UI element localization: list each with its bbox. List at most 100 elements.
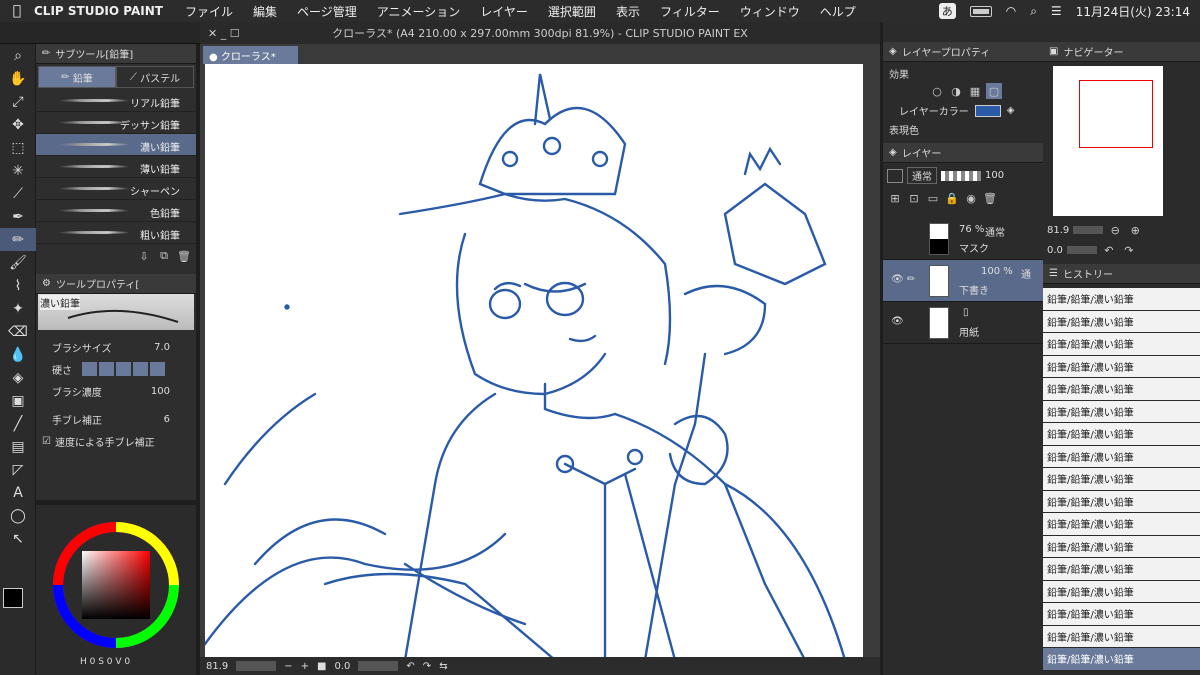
navigator-rotation-slider[interactable] bbox=[1066, 246, 1097, 254]
menu-view[interactable]: 表示 bbox=[616, 3, 640, 20]
menu-layer[interactable]: レイヤー bbox=[480, 3, 528, 20]
gradient-icon[interactable]: ▣ bbox=[0, 389, 36, 412]
blend-mode-select[interactable]: 通常 bbox=[907, 167, 937, 184]
eye-icon[interactable]: 👁 bbox=[891, 316, 904, 327]
history-item[interactable]: 鉛筆/鉛筆/濃い鉛筆 bbox=[1043, 378, 1200, 401]
download-icon[interactable]: ⇩ bbox=[136, 248, 152, 264]
history-item[interactable]: 鉛筆/鉛筆/濃い鉛筆 bbox=[1043, 310, 1200, 333]
main-color-swatch[interactable] bbox=[3, 588, 23, 608]
stabilizer-row[interactable]: 手ブレ補正 6 bbox=[36, 408, 196, 430]
hardness-step[interactable] bbox=[99, 362, 114, 376]
navigator-rotation[interactable]: 0.0 bbox=[1047, 245, 1063, 256]
hardness-step[interactable] bbox=[150, 362, 165, 376]
copy-icon[interactable]: ⧉ bbox=[156, 248, 172, 264]
effect-tone-icon[interactable]: ◑ bbox=[948, 83, 964, 99]
zoom-in-icon[interactable]: ⊕ bbox=[1127, 222, 1143, 238]
decoration-icon[interactable]: ✦ bbox=[0, 297, 36, 320]
flip-icon[interactable]: ⇆ bbox=[439, 661, 447, 672]
layer-mode-toggle[interactable] bbox=[887, 168, 903, 183]
lock-icon[interactable]: 🔒 bbox=[944, 190, 960, 206]
search-icon[interactable]: ⌕ bbox=[1030, 4, 1037, 19]
selection-tool-icon[interactable]: ⬚ bbox=[0, 136, 36, 159]
menu-edit[interactable]: 編集 bbox=[253, 3, 277, 20]
fill-bucket-icon[interactable]: ◈ bbox=[1007, 105, 1015, 116]
menu-selection[interactable]: 選択範囲 bbox=[548, 3, 596, 20]
brush-dessin-pencil[interactable]: デッサン鉛筆 bbox=[36, 112, 196, 134]
trash-icon[interactable]: 🗑 bbox=[176, 248, 192, 264]
speed-stabilizer-row[interactable]: ☑ 速度による手ブレ補正 bbox=[36, 430, 196, 452]
history-item[interactable]: 鉛筆/鉛筆/濃い鉛筆 bbox=[1043, 580, 1200, 603]
navigator-zoom-slider[interactable] bbox=[1073, 226, 1104, 234]
history-item[interactable]: 鉛筆/鉛筆/濃い鉛筆 bbox=[1043, 535, 1200, 558]
menu-filter[interactable]: フィルター bbox=[660, 3, 720, 20]
menu-help[interactable]: ヘルプ bbox=[820, 3, 856, 20]
control-center-icon[interactable]: ☰ bbox=[1051, 4, 1062, 18]
brush-light-pencil[interactable]: 薄い鉛筆 bbox=[36, 156, 196, 178]
rotate-left-icon[interactable]: ↶ bbox=[406, 661, 414, 672]
fill-icon[interactable]: ◈ bbox=[0, 366, 36, 389]
opacity-value[interactable]: 100 bbox=[985, 170, 1004, 181]
eyedropper-icon[interactable]: ⟋ bbox=[0, 182, 36, 205]
rotate-right-icon[interactable]: ↷ bbox=[1121, 242, 1137, 258]
airbrush-icon[interactable]: ⌇ bbox=[0, 274, 36, 297]
hardness-steps[interactable] bbox=[82, 362, 165, 376]
layer-item-mask[interactable]: 76 % 通常 マスク bbox=[883, 218, 1043, 260]
new-raster-layer-icon[interactable]: ⊞ bbox=[887, 190, 903, 206]
history-item[interactable]: 鉛筆/鉛筆/濃い鉛筆 bbox=[1043, 355, 1200, 378]
tab-pencil[interactable]: ✏ 鉛筆 bbox=[38, 66, 116, 88]
color-wheel[interactable] bbox=[36, 505, 196, 655]
pen-tool-icon[interactable]: ✒ bbox=[0, 205, 36, 228]
pencil-tool-icon[interactable]: ✏ bbox=[0, 228, 36, 251]
menu-page[interactable]: ページ管理 bbox=[297, 3, 357, 20]
brush-colored-pencil[interactable]: 色鉛筆 bbox=[36, 200, 196, 222]
rotate-right-icon[interactable]: ↷ bbox=[423, 661, 431, 672]
effect-dot-icon[interactable]: ▦ bbox=[967, 83, 983, 99]
history-item[interactable]: 鉛筆/鉛筆/濃い鉛筆 bbox=[1043, 333, 1200, 356]
menu-window[interactable]: ウィンドウ bbox=[740, 3, 800, 20]
ime-indicator[interactable]: あ bbox=[938, 3, 956, 19]
zoom-slider[interactable] bbox=[236, 661, 277, 671]
history-item[interactable]: 鉛筆/鉛筆/濃い鉛筆 bbox=[1043, 400, 1200, 423]
hardness-step[interactable] bbox=[116, 362, 131, 376]
layer-item-paper[interactable]: 👁 ▯ 用紙 bbox=[883, 302, 1043, 344]
auto-select-icon[interactable]: ✳ bbox=[0, 159, 36, 182]
history-item[interactable]: 鉛筆/鉛筆/濃い鉛筆 bbox=[1043, 423, 1200, 446]
new-folder-icon[interactable]: ▭ bbox=[925, 190, 941, 206]
rotate-left-icon[interactable]: ↶ bbox=[1101, 242, 1117, 258]
document-tab[interactable]: ● クローラス* bbox=[203, 46, 298, 64]
battery-icon[interactable] bbox=[969, 5, 992, 17]
layer-color-swatch[interactable] bbox=[974, 104, 1001, 117]
layer-item-sketch[interactable]: 👁 ✏ 100 % 通 下書き bbox=[883, 260, 1043, 302]
hardness-step[interactable] bbox=[82, 362, 97, 376]
brush-dark-pencil[interactable]: 濃い鉛筆 bbox=[36, 134, 196, 156]
history-item[interactable]: 鉛筆/鉛筆/濃い鉛筆 bbox=[1043, 288, 1200, 311]
hardness-step[interactable] bbox=[133, 362, 148, 376]
zoom-readout[interactable]: 81.9 bbox=[206, 661, 228, 672]
fit-icon[interactable]: ■ bbox=[317, 661, 326, 672]
zoom-out-icon[interactable]: − bbox=[284, 661, 292, 672]
clock[interactable]: 11月24日(火) 23:14 bbox=[1076, 3, 1190, 20]
text-tool-icon[interactable]: A bbox=[0, 481, 36, 504]
zoom-tool-icon[interactable]: ⌕ bbox=[0, 44, 36, 67]
app-menu[interactable]: CLIP STUDIO PAINT bbox=[34, 4, 163, 18]
apple-icon[interactable]:  bbox=[0, 3, 34, 19]
history-item[interactable]: 鉛筆/鉛筆/濃い鉛筆 bbox=[1043, 648, 1200, 671]
new-vector-layer-icon[interactable]: ⊡ bbox=[906, 190, 922, 206]
navigator-preview[interactable] bbox=[1053, 66, 1163, 216]
rotation-slider[interactable] bbox=[358, 661, 399, 671]
history-item[interactable]: 鉛筆/鉛筆/濃い鉛筆 bbox=[1043, 513, 1200, 536]
brush-size-value[interactable]: 7.0 bbox=[154, 342, 170, 353]
brush-tool-icon[interactable]: 🖌 bbox=[0, 251, 36, 274]
figure-icon[interactable]: ╱ bbox=[0, 412, 36, 435]
brush-size-row[interactable]: ブラシサイズ 7.0 bbox=[36, 336, 196, 358]
move-tool-icon[interactable]: ✥ bbox=[0, 113, 36, 136]
hand-tool-icon[interactable]: ✋ bbox=[0, 67, 36, 90]
history-item[interactable]: 鉛筆/鉛筆/濃い鉛筆 bbox=[1043, 625, 1200, 648]
frame-icon[interactable]: ▤ bbox=[0, 435, 36, 458]
history-item[interactable]: 鉛筆/鉛筆/濃い鉛筆 bbox=[1043, 445, 1200, 468]
zoom-in-icon[interactable]: + bbox=[301, 661, 309, 672]
ruler-icon[interactable]: ◸ bbox=[0, 458, 36, 481]
trash-icon[interactable]: 🗑 bbox=[982, 190, 998, 206]
balloon-icon[interactable]: ◯ bbox=[0, 504, 36, 527]
close-window-icon[interactable]: ✕ _ ☐ bbox=[208, 27, 240, 40]
